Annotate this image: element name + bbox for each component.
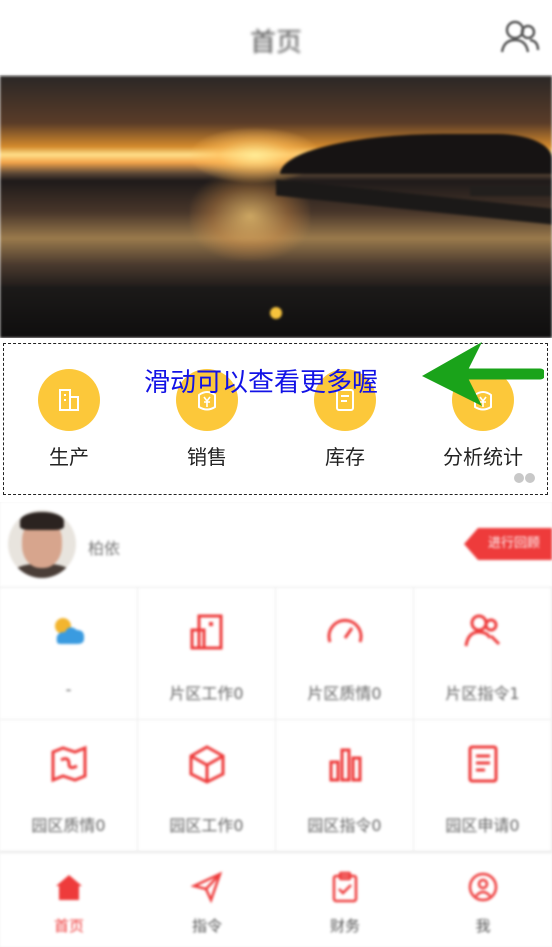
tab-label: 财务 — [329, 917, 360, 935]
grid-item-label: 片区质情0 — [307, 684, 382, 703]
user-icon — [468, 872, 498, 902]
bottom-tab-bar: 首页 指令 财务 我 — [0, 852, 552, 947]
grid-item-label: 片区指令1 — [445, 684, 520, 703]
tab-finance[interactable]: 财务 — [276, 853, 414, 947]
swipe-hint-text: 滑动可以查看更多喔 — [144, 368, 379, 398]
cube-icon — [189, 745, 225, 784]
menu-item-label: 分析统计 — [443, 445, 523, 469]
banner-dock-end — [470, 186, 552, 196]
clipboard-icon — [332, 871, 358, 903]
send-icon — [191, 871, 223, 903]
function-grid: - 片区工作0 片区质情0 片区指令1 园区质情0 园区工作0 园区指令0 园区… — [0, 588, 552, 852]
tab-home[interactable]: 首页 — [0, 853, 138, 947]
home-icon — [56, 875, 82, 900]
tab-command[interactable]: 指令 — [138, 853, 276, 947]
menu-item-label: 生产 — [49, 445, 89, 469]
menu-item-label: 库存 — [325, 445, 365, 469]
tab-label: 首页 — [53, 917, 84, 935]
people-icon — [464, 614, 501, 647]
menu-pager-dots[interactable] — [514, 468, 536, 487]
banner-treeline — [280, 134, 552, 174]
grid-item-label: 园区工作0 — [169, 816, 244, 835]
grid-item-label: 园区申请0 — [445, 816, 520, 835]
user-name: 柏依 — [88, 539, 121, 558]
tab-me[interactable]: 我 — [414, 853, 552, 947]
building-icon — [38, 369, 100, 431]
grid-item-area-work[interactable]: 片区工作0 — [138, 588, 276, 720]
page-title: 首页 — [249, 28, 302, 58]
tab-label: 我 — [475, 917, 491, 935]
bar-chart-icon — [329, 748, 362, 782]
gauge-icon — [327, 619, 363, 643]
weather-icon — [55, 618, 85, 644]
status-tag[interactable]: 进行回顾 — [463, 528, 552, 560]
grid-item-label: - — [65, 680, 72, 699]
grid-item-weather[interactable]: - — [0, 588, 138, 720]
app-header: 首页 — [0, 0, 552, 76]
banner-carousel[interactable] — [0, 76, 552, 338]
grid-item-park-quality[interactable]: 园区质情0 — [0, 720, 138, 852]
menu-item-label: 销售 — [187, 445, 227, 469]
arrow-left-icon — [422, 342, 544, 406]
tab-label: 指令 — [191, 917, 222, 935]
avatar[interactable] — [8, 510, 76, 578]
grid-item-area-command[interactable]: 片区指令1 — [414, 588, 552, 720]
users-icon[interactable] — [500, 18, 540, 58]
map-icon — [51, 745, 87, 783]
grid-item-label: 片区工作0 — [169, 684, 244, 703]
carousel-indicator-dot[interactable] — [270, 307, 282, 319]
grid-item-park-application[interactable]: 园区申请0 — [414, 720, 552, 852]
grid-item-label: 园区指令0 — [307, 816, 382, 835]
profile-row[interactable]: 柏依 进行回顾 — [0, 502, 552, 588]
building-icon — [190, 614, 223, 650]
grid-item-park-work[interactable]: 园区工作0 — [138, 720, 276, 852]
grid-item-label: 园区质情0 — [31, 816, 106, 835]
document-icon — [468, 745, 498, 783]
menu-item-production[interactable]: 生产 — [4, 369, 134, 469]
grid-item-park-command[interactable]: 园区指令0 — [276, 720, 414, 852]
grid-item-area-quality[interactable]: 片区质情0 — [276, 588, 414, 720]
